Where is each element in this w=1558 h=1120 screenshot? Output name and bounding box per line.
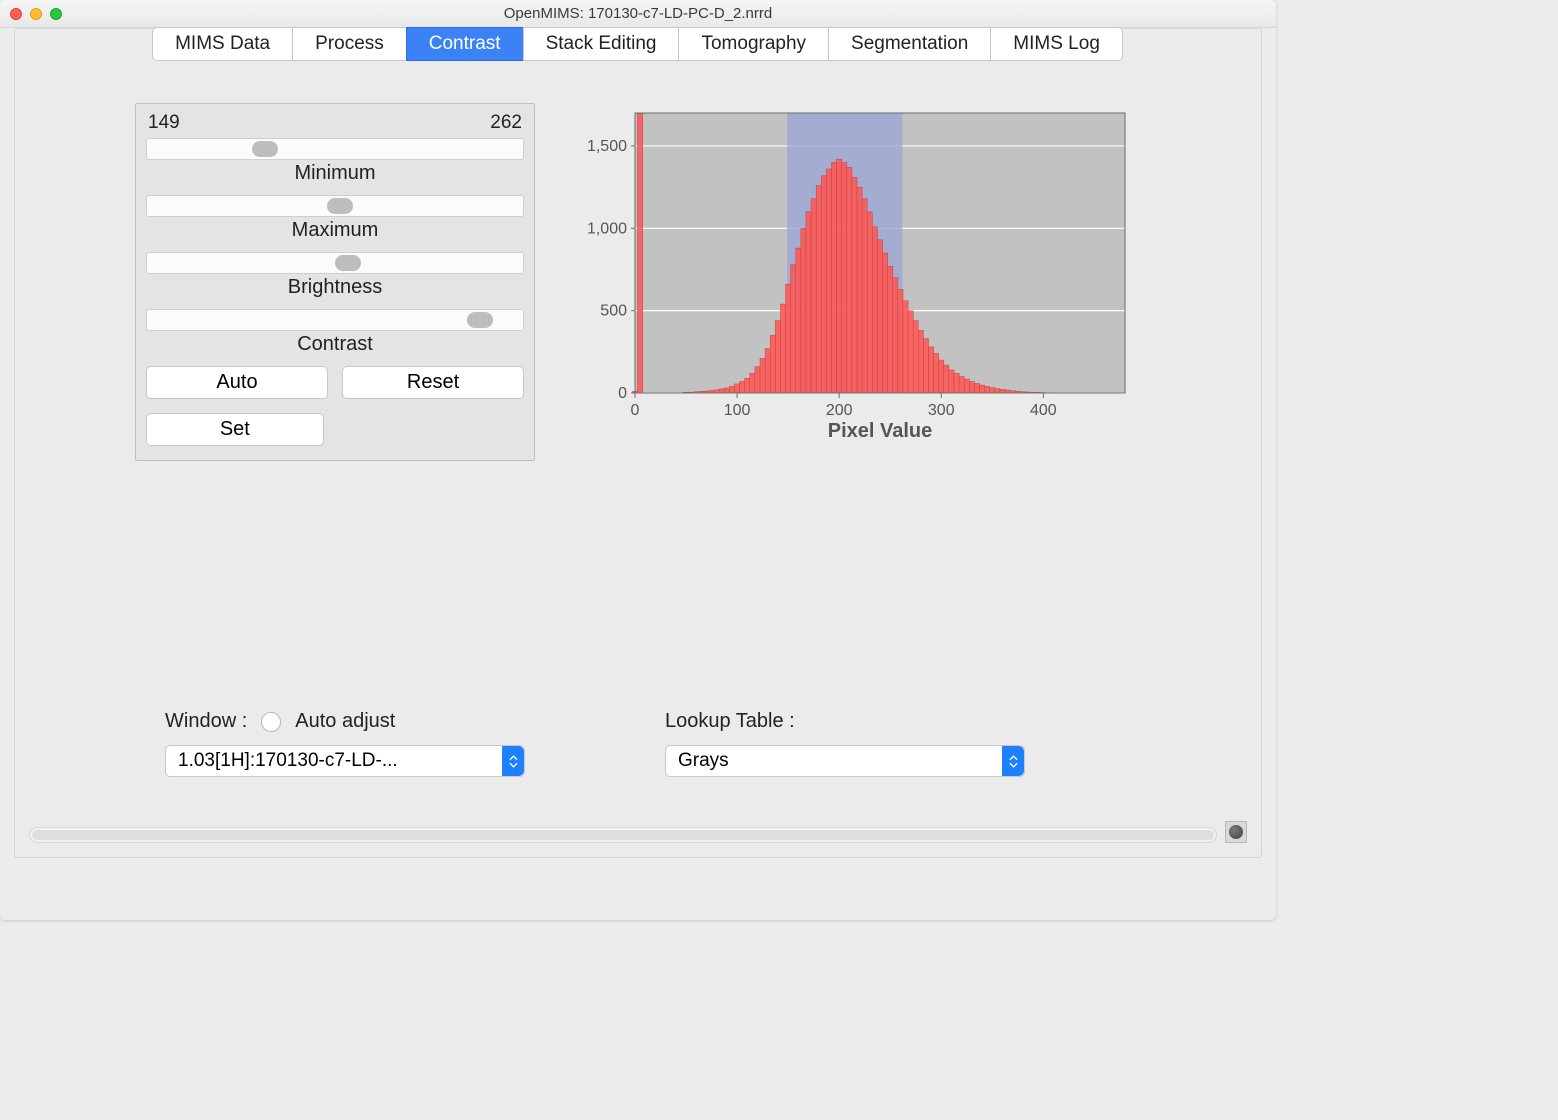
close-icon[interactable]	[10, 8, 22, 20]
maximum-slider[interactable]	[146, 195, 524, 217]
tab-contrast[interactable]: Contrast	[406, 27, 524, 61]
svg-text:500: 500	[600, 303, 627, 320]
zoom-icon[interactable]	[50, 8, 62, 20]
contrast-sliders-group: 149 262 Minimum Maximum Brightness	[135, 103, 535, 461]
window-combo-value: 1.03[1H]:170130-c7-LD-...	[178, 750, 398, 772]
auto-button[interactable]: Auto	[146, 366, 328, 399]
reset-button[interactable]: Reset	[342, 366, 524, 399]
content-panel: MIMS Data Process Contrast Stack Editing…	[14, 28, 1262, 858]
set-button[interactable]: Set	[146, 413, 324, 446]
brightness-label: Brightness	[146, 276, 524, 299]
brightness-slider[interactable]	[146, 252, 524, 274]
max-value-display: 262	[490, 112, 522, 134]
svg-text:0: 0	[631, 402, 640, 419]
maximum-label: Maximum	[146, 219, 524, 242]
lookup-table-label: Lookup Table :	[665, 710, 795, 733]
min-value-display: 149	[148, 112, 180, 134]
lookup-table-combo[interactable]: Grays	[665, 745, 1025, 777]
svg-text:1,000: 1,000	[587, 220, 627, 237]
tab-segmentation[interactable]: Segmentation	[828, 27, 991, 61]
minimize-icon[interactable]	[30, 8, 42, 20]
dropdown-icon	[502, 746, 524, 776]
resize-grip[interactable]	[1225, 821, 1247, 843]
grip-icon	[1229, 825, 1243, 839]
histogram-chart: 0 500 1,000 1,500 0 100 200 300 400 Pixel Value	[575, 103, 1135, 443]
window-title: OpenMIMS: 170130-c7-LD-PC-D_2.nrrd	[10, 5, 1266, 22]
tab-process[interactable]: Process	[292, 27, 407, 61]
dropdown-icon	[1002, 746, 1024, 776]
titlebar: OpenMIMS: 170130-c7-LD-PC-D_2.nrrd	[0, 0, 1276, 28]
tab-bar: MIMS Data Process Contrast Stack Editing…	[15, 27, 1261, 61]
svg-text:300: 300	[928, 402, 955, 419]
minimum-slider[interactable]	[146, 138, 524, 160]
auto-adjust-label: Auto adjust	[295, 710, 395, 733]
auto-adjust-radio[interactable]	[261, 712, 281, 732]
svg-text:100: 100	[724, 402, 751, 419]
window-combo[interactable]: 1.03[1H]:170130-c7-LD-...	[165, 745, 525, 777]
window-label: Window :	[165, 710, 247, 733]
svg-text:Pixel Value: Pixel Value	[828, 420, 933, 442]
tab-mims-log[interactable]: MIMS Log	[990, 27, 1123, 61]
minimum-label: Minimum	[146, 162, 524, 185]
contrast-slider[interactable]	[146, 309, 524, 331]
contrast-label: Contrast	[146, 333, 524, 356]
lookup-table-value: Grays	[678, 750, 729, 772]
tab-tomography[interactable]: Tomography	[678, 27, 829, 61]
svg-text:200: 200	[826, 402, 853, 419]
tab-stack-editing[interactable]: Stack Editing	[523, 27, 680, 61]
tab-mims-data[interactable]: MIMS Data	[152, 27, 293, 61]
svg-text:1,500: 1,500	[587, 138, 627, 155]
svg-text:400: 400	[1030, 402, 1057, 419]
horizontal-scrollbar[interactable]	[29, 827, 1217, 843]
svg-text:0: 0	[618, 385, 627, 402]
